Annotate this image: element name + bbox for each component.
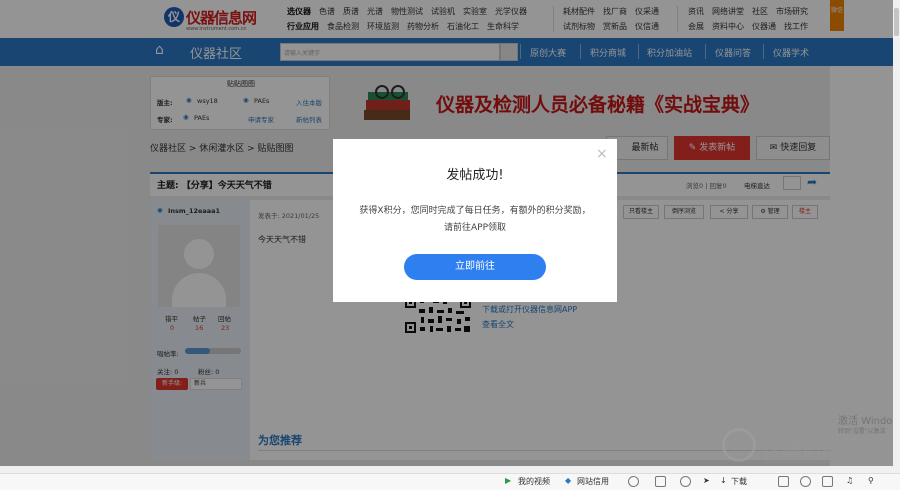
my-video-label[interactable]: 我的视频 [518,476,550,487]
browser-status-bar [0,473,900,490]
vertical-scrollbar[interactable] [893,0,900,466]
download-label[interactable]: 下载 [731,476,747,487]
rocket-icon[interactable]: ➤ [703,476,710,485]
site-credit-label[interactable]: 网站信用 [577,476,609,487]
brand-watermark: 仪器信息网 www.instrument.com.cn [722,428,892,468]
dialog-message: 获得X积分，您同时完成了每日任务，有额外的积分奖励，请前往APP领取 [359,206,591,233]
brand-watermark-icon [722,428,756,462]
mute-icon[interactable]: ♫ [846,476,853,485]
download-icon[interactable]: ↓ [720,476,727,485]
dialog-title: 发帖成功! [446,168,504,183]
grid-icon[interactable] [655,476,666,487]
vertical-scroll-thumb[interactable] [894,8,899,36]
screenshot-icon[interactable] [778,476,789,487]
circle-icon[interactable] [680,476,691,487]
window-icon[interactable] [822,476,833,487]
security-icon[interactable] [628,476,639,487]
close-icon[interactable]: × [596,146,608,162]
headset-icon[interactable] [800,476,811,487]
play-icon[interactable]: ▶ [505,476,511,485]
brand-watermark-text: 仪器信息网 [762,434,862,458]
zoom-icon[interactable]: ⚲ [868,476,874,485]
shield-icon[interactable]: ◆ [565,476,571,485]
go-now-button[interactable]: 立即前往 [404,254,546,280]
brand-watermark-url: www.instrument.com.cn [764,457,849,465]
